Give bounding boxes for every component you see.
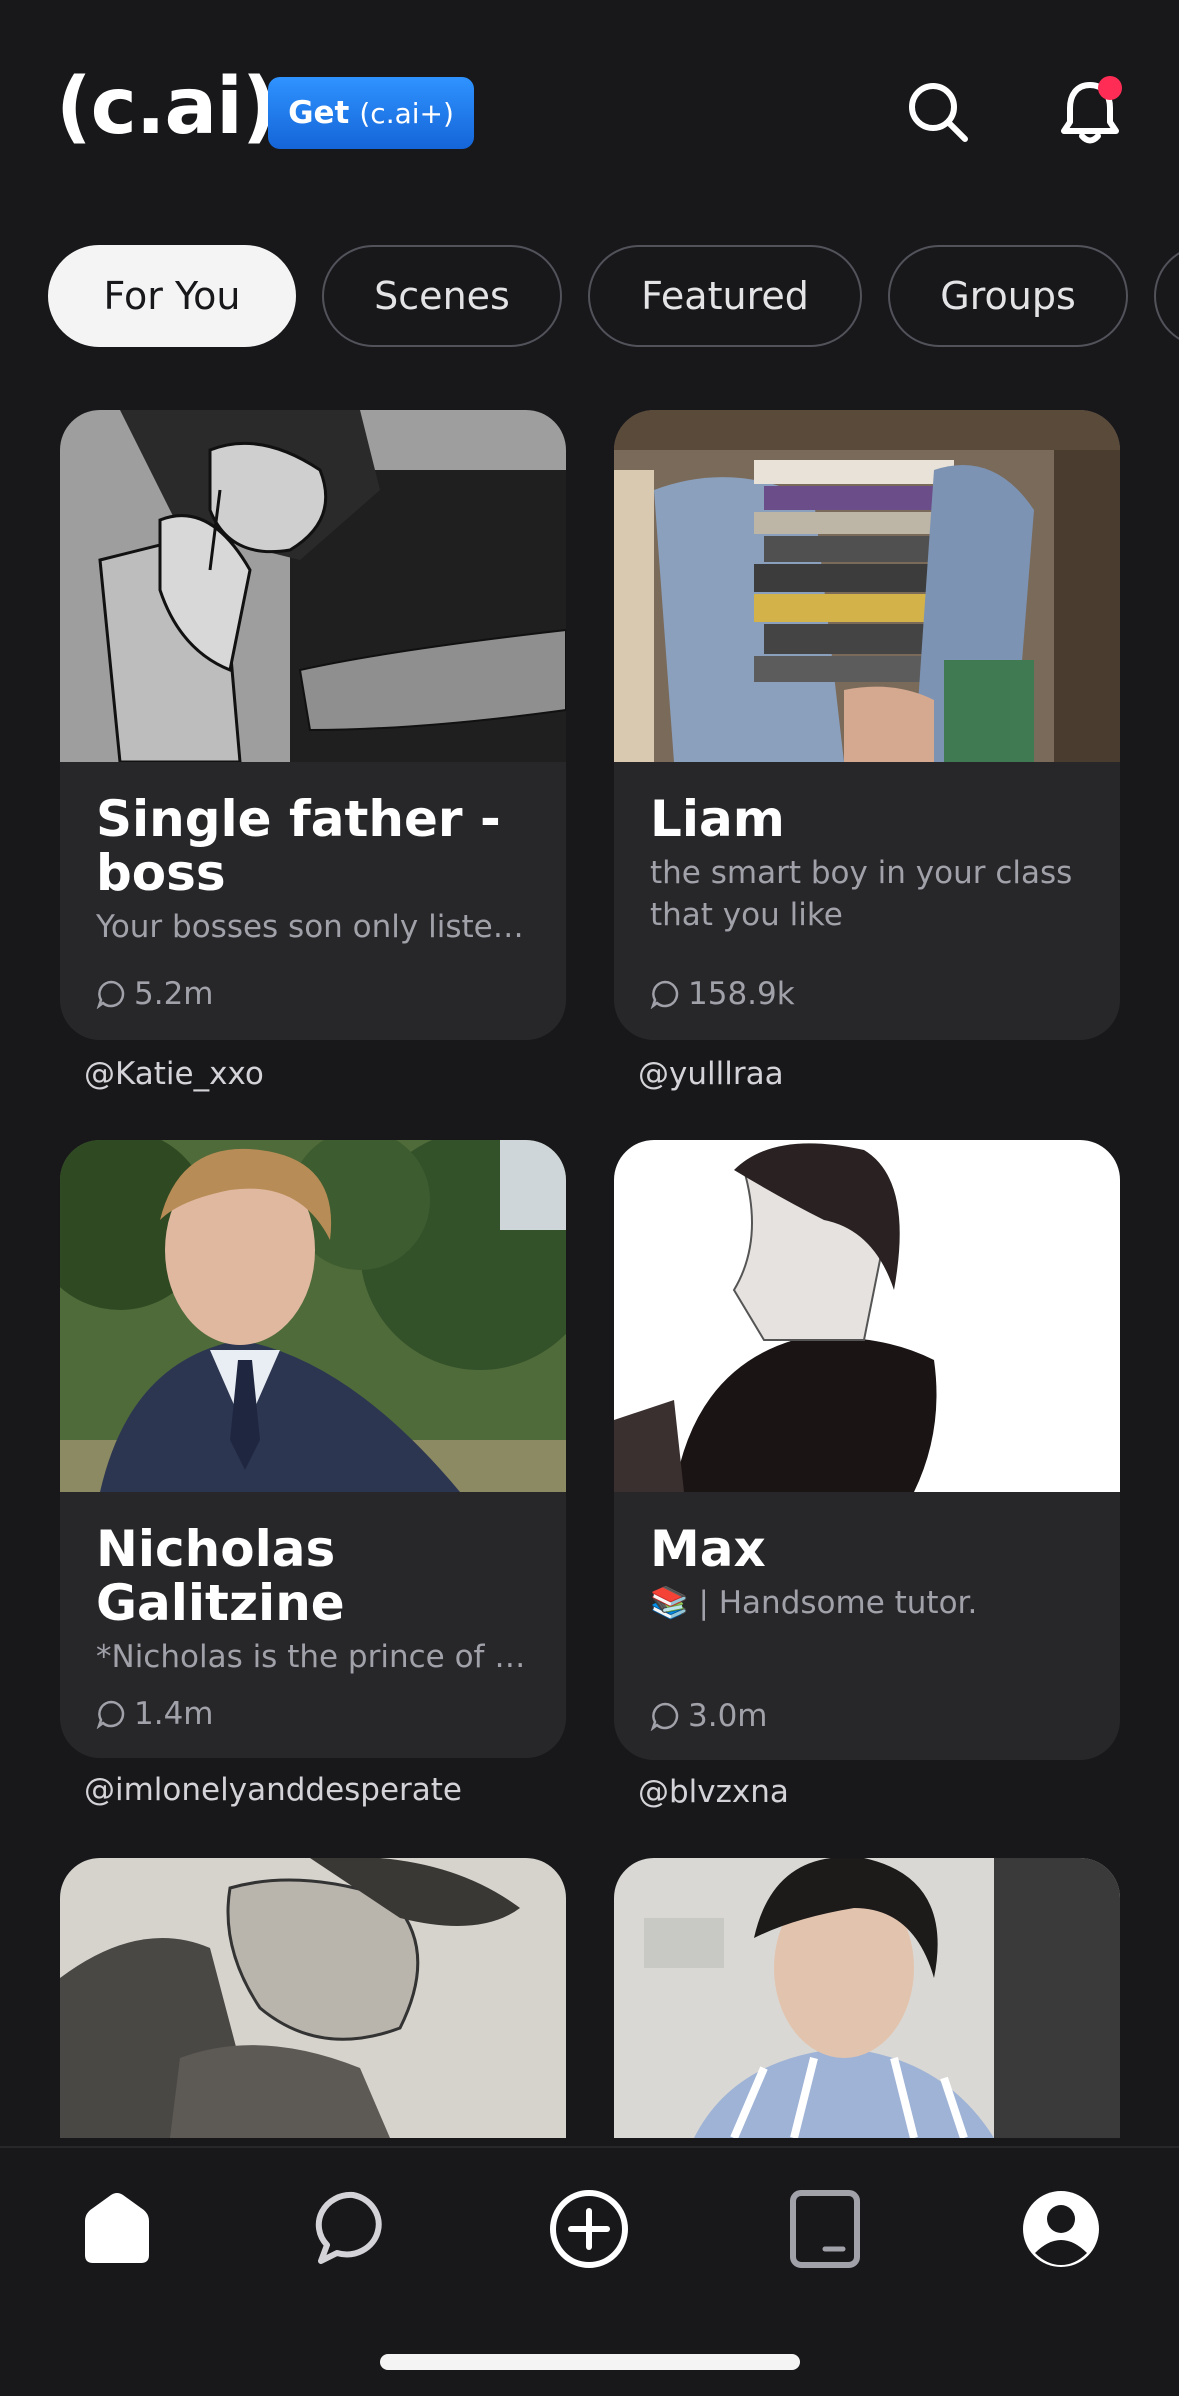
search-icon[interactable] — [898, 72, 978, 152]
character-description: 📚 | Handsome tutor. — [650, 1585, 978, 1621]
character-name: Liam — [650, 790, 785, 848]
creator-handle[interactable]: @Katie_xxo — [84, 1056, 264, 1092]
character-name: Nicholas Galitzine — [96, 1520, 345, 1632]
top-bar: (c.ai) Get (c.ai+) — [0, 0, 1179, 230]
chat-bubble-icon — [96, 1700, 125, 1729]
chat-count: 3.0m — [650, 1698, 768, 1734]
home-indicator — [380, 2354, 800, 2370]
tab-groups[interactable]: Groups — [888, 245, 1128, 347]
chat-count: 1.4m — [96, 1696, 214, 1732]
app-logo: (c.ai) — [56, 62, 278, 152]
category-tabs: For You Scenes Featured Groups — [48, 245, 1179, 347]
tab-scenes[interactable]: Scenes — [322, 245, 562, 347]
character-name: Max — [650, 1520, 766, 1578]
get-plus-label: Get — [288, 95, 350, 131]
character-card[interactable] — [614, 1858, 1120, 2138]
home-icon[interactable] — [72, 2184, 162, 2274]
chat-icon[interactable] — [308, 2184, 398, 2274]
notification-dot — [1098, 76, 1122, 100]
chat-count: 5.2m — [96, 976, 214, 1012]
character-card[interactable] — [60, 1858, 566, 2138]
character-image — [614, 410, 1120, 762]
chat-bubble-icon — [650, 980, 679, 1009]
character-name: Single father - boss — [96, 790, 501, 902]
feed-icon[interactable] — [780, 2184, 870, 2274]
chat-bubble-icon — [650, 1702, 679, 1731]
character-image — [614, 1140, 1120, 1492]
character-image — [60, 1140, 566, 1492]
character-image — [614, 1858, 1120, 2138]
character-card[interactable]: Max 📚 | Handsome tutor. 3.0m — [614, 1140, 1120, 1760]
tab-overflow[interactable] — [1154, 245, 1179, 347]
profile-icon[interactable] — [1016, 2184, 1106, 2274]
character-image — [60, 1858, 566, 2138]
character-description: *Nicholas is the prince of t... — [96, 1639, 530, 1675]
creator-handle[interactable]: @blvzxna — [638, 1774, 789, 1810]
chat-count-value: 158.9k — [688, 976, 795, 1012]
chat-count-value: 3.0m — [688, 1698, 768, 1734]
chat-bubble-icon — [96, 980, 125, 1009]
creator-handle[interactable]: @yulllraa — [638, 1056, 784, 1092]
character-description: Your bosses son only listen... — [96, 909, 530, 945]
bell-icon[interactable] — [1050, 72, 1130, 152]
tab-featured[interactable]: Featured — [588, 245, 862, 347]
character-image — [60, 410, 566, 762]
create-icon[interactable] — [544, 2184, 634, 2274]
character-card[interactable]: Single father - boss Your bosses son onl… — [60, 410, 566, 1040]
character-description: the smart boy in your class that you lik… — [650, 855, 1073, 933]
tab-for-you[interactable]: For You — [48, 245, 296, 347]
plus-tier-label: (c.ai+) — [359, 96, 454, 130]
get-plus-button[interactable]: Get (c.ai+) — [268, 77, 474, 149]
chat-count: 158.9k — [650, 976, 795, 1012]
chat-count-value: 5.2m — [134, 976, 214, 1012]
creator-handle[interactable]: @imlonelyanddesperate — [84, 1772, 462, 1808]
chat-count-value: 1.4m — [134, 1696, 214, 1732]
character-card[interactable]: Liam the smart boy in your class that yo… — [614, 410, 1120, 1040]
character-card[interactable]: Nicholas Galitzine *Nicholas is the prin… — [60, 1140, 566, 1758]
